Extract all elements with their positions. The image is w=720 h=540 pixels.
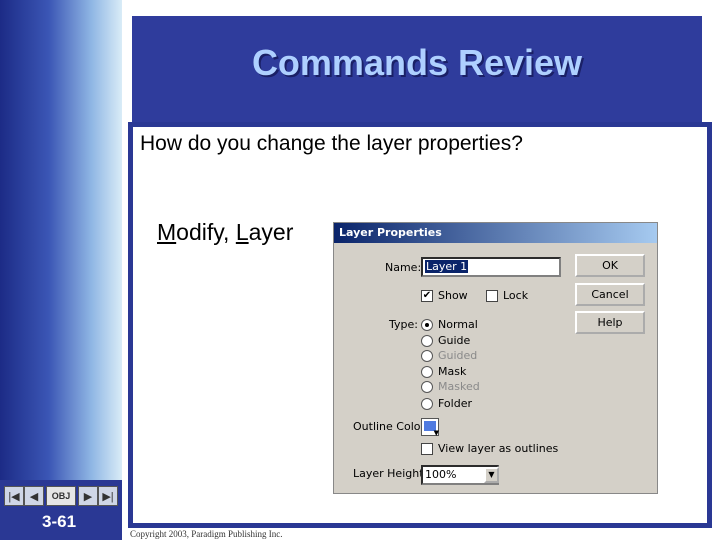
type-folder-radio[interactable] [421,398,433,410]
slide-title: Commands Review [251,42,583,83]
type-guide-radio[interactable] [421,335,433,347]
next-slide-icon[interactable]: ▶ [78,486,98,506]
answer-text-1: odify, [176,219,236,245]
type-guided-radio [421,350,433,362]
type-mask-label: Mask [438,365,467,378]
dropdown-arrow-icon[interactable]: ▼ [484,467,499,483]
cancel-button[interactable]: Cancel [575,283,645,306]
review-question: How do you change the layer properties? [140,132,523,155]
answer-text-2: ayer [248,219,294,245]
objectives-button[interactable]: OBJ [46,486,76,506]
help-button[interactable]: Help [575,311,645,334]
layer-properties-dialog: Layer Properties Name: Layer 1 OK Cancel… [333,222,658,494]
prev-slide-icon[interactable]: ◀ [24,486,44,506]
last-slide-icon[interactable]: ▶| [98,486,118,506]
copyright-notice: Copyright 2003, Paradigm Publishing Inc. [130,529,283,539]
slide-number: 3-61 [42,512,77,531]
outline-color-picker[interactable]: ▼ [421,418,439,437]
slide-navigation: |◀ ◀ OBJ ▶ ▶| [4,485,118,507]
view-outline-checkbox[interactable] [421,443,433,455]
type-normal-label: Normal [438,318,478,331]
name-field-value: Layer 1 [425,260,469,273]
name-label: Name: [385,261,422,274]
type-masked-radio [421,381,433,393]
type-label: Type: [389,318,418,331]
type-guided-label: Guided [438,349,478,362]
first-slide-icon[interactable]: |◀ [4,486,24,506]
ok-button[interactable]: OK [575,254,645,277]
layer-height-label: Layer Height: [353,467,428,480]
show-checkbox[interactable]: ✔ [421,290,433,302]
lock-checkbox[interactable] [486,290,498,302]
type-guide-label: Guide [438,334,471,347]
review-answer: Modify, Layer [157,219,293,246]
type-folder-label: Folder [438,397,472,410]
name-field[interactable]: Layer 1 [421,257,561,277]
type-masked-label: Masked [438,380,480,393]
answer-mnemonic-1: M [157,219,177,245]
lock-label: Lock [503,289,529,302]
answer-mnemonic-2: L [235,219,249,245]
view-outline-label: View layer as outlines [438,442,559,455]
outline-color-label: Outline Color: [353,420,429,433]
type-normal-radio[interactable] [421,319,433,331]
left-gradient-strip [0,0,122,540]
type-mask-radio[interactable] [421,366,433,378]
chevron-down-icon: ▼ [433,429,439,437]
dialog-titlebar[interactable]: Layer Properties [334,223,657,243]
show-label: Show [438,289,468,302]
